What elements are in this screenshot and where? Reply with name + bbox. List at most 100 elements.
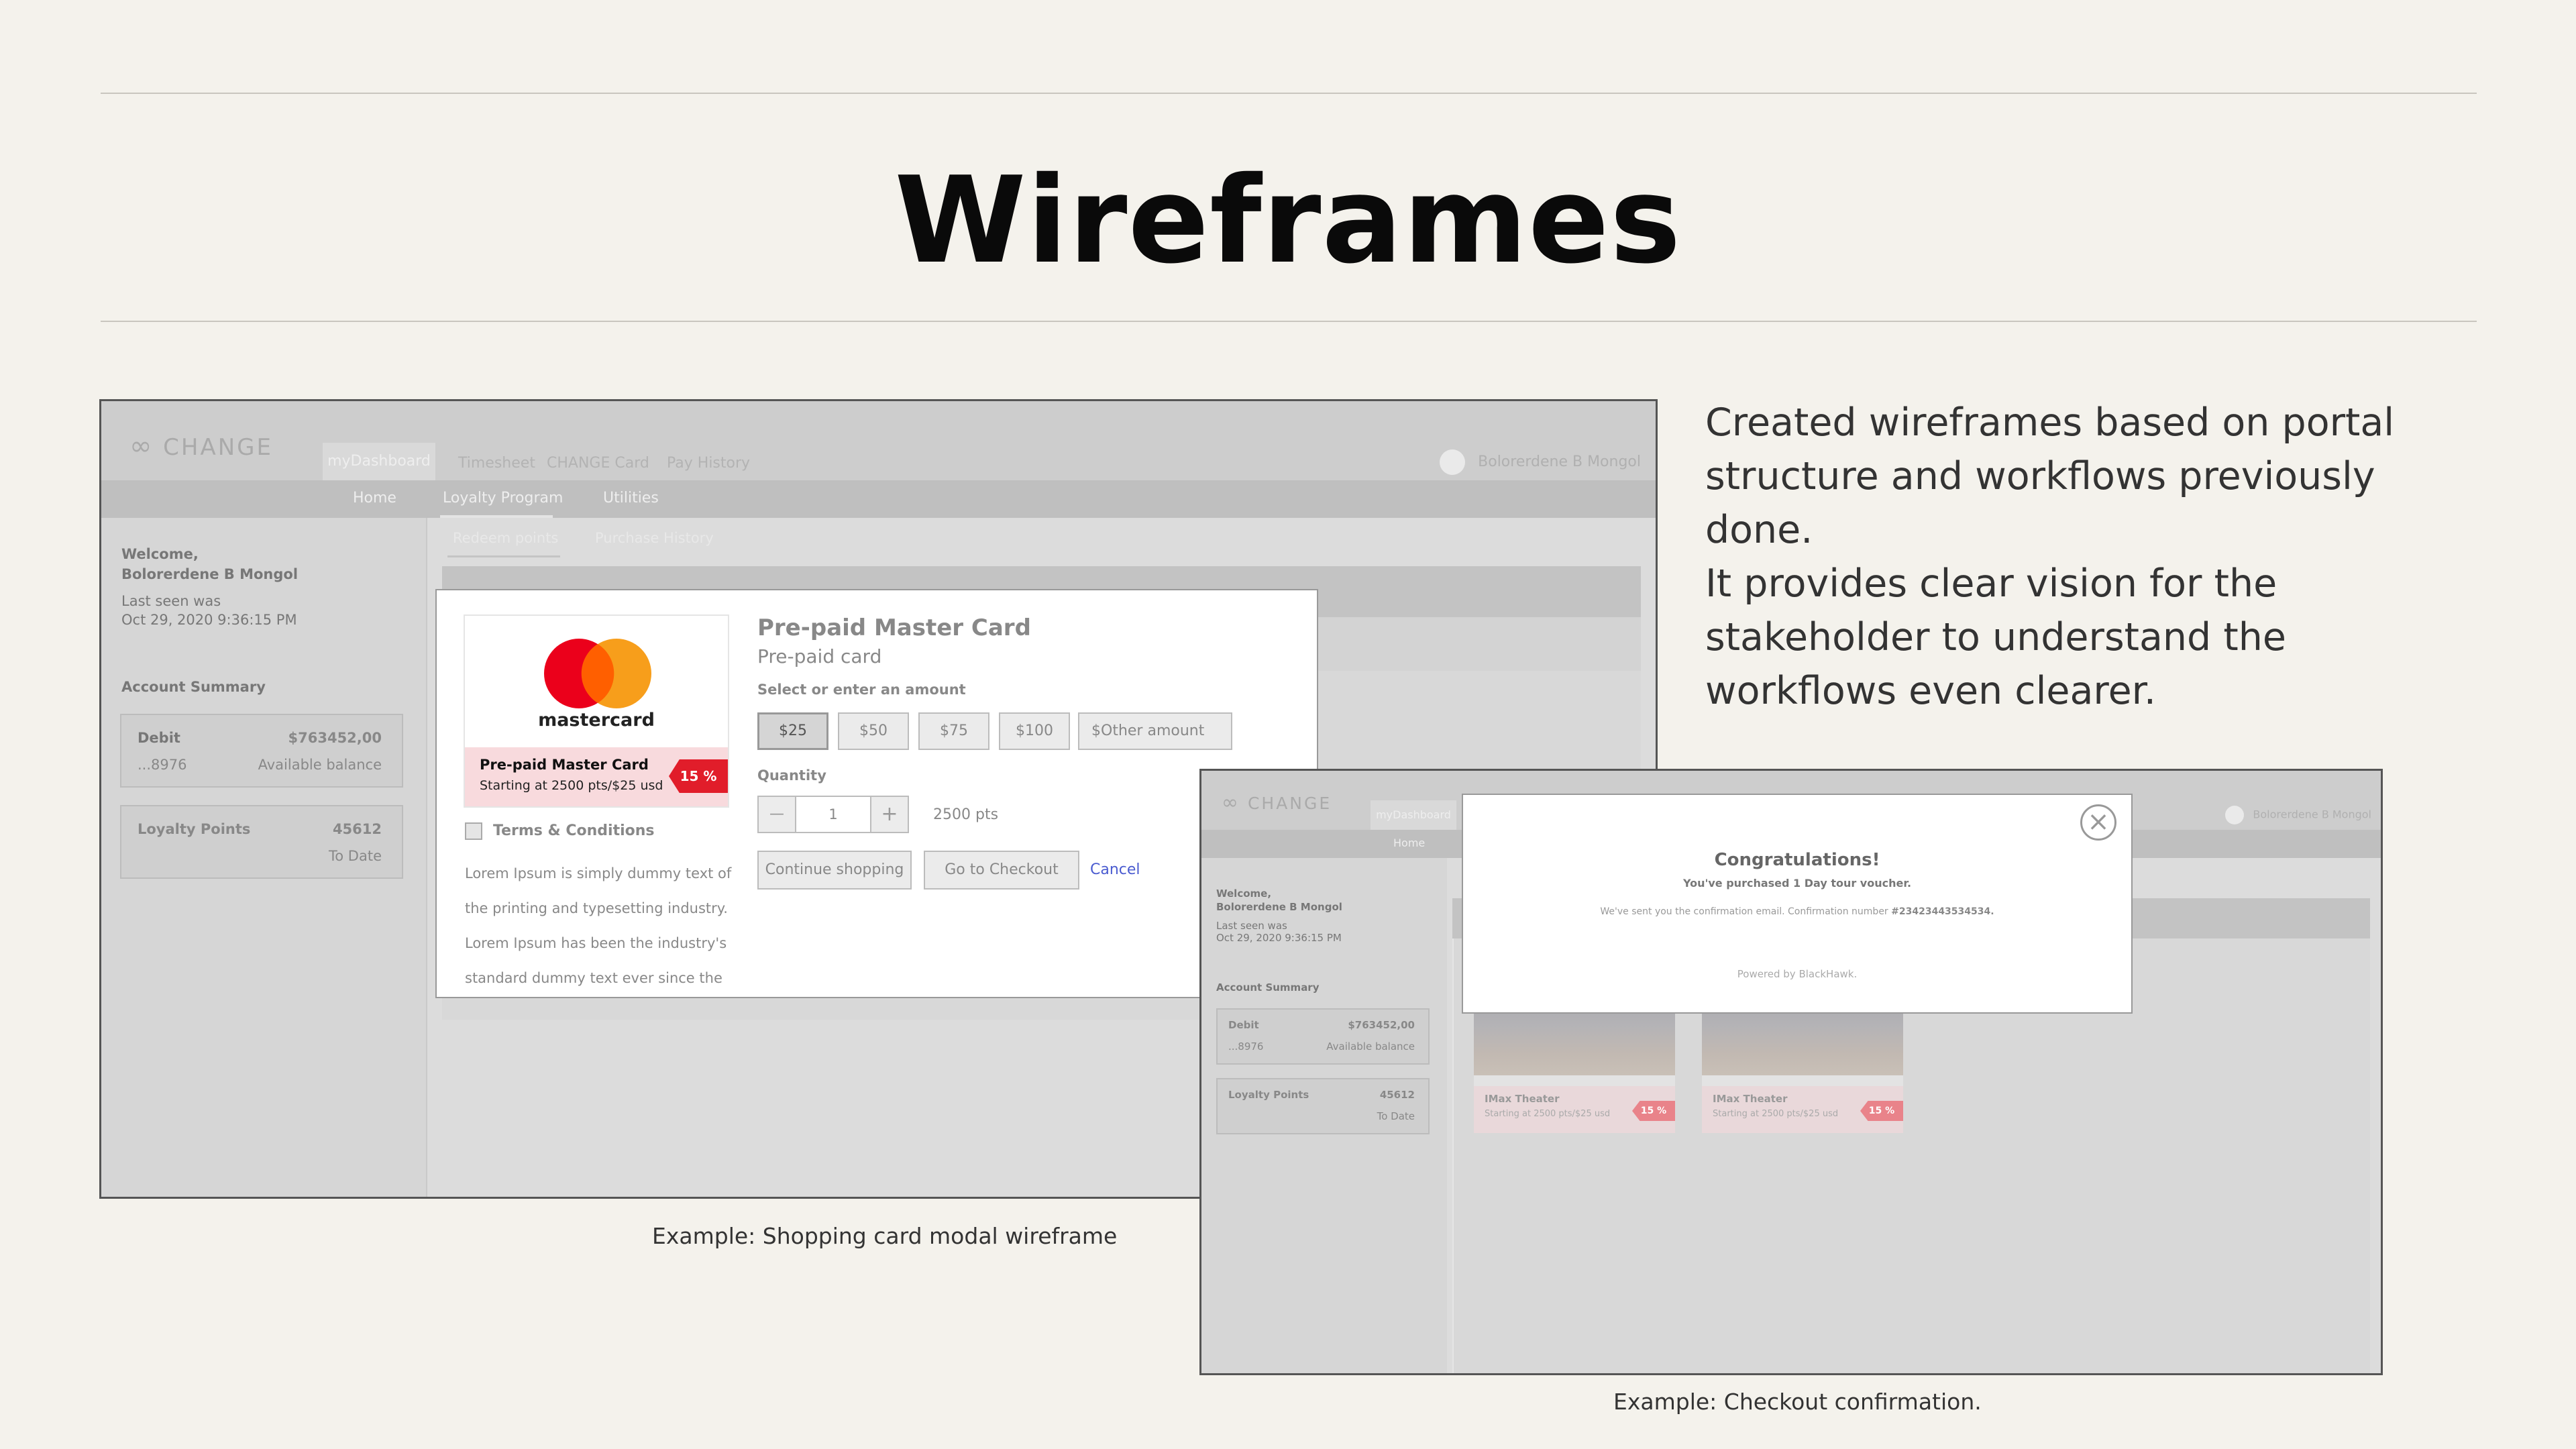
modal-heading: Pre-paid Master Card: [757, 614, 1031, 641]
confirmation-modal: × Congratulations! You've purchased 1 Da…: [1462, 794, 2133, 1014]
caption-checkout-confirmation: Example: Checkout confirmation.: [1613, 1389, 1982, 1415]
amount-label: Select or enter an amount: [757, 682, 966, 698]
debit-label: Debit: [138, 730, 180, 746]
quantity-value[interactable]: 1: [796, 797, 870, 832]
description-line-2: It provides clear vision for the stakeho…: [1705, 561, 2286, 713]
modal-subheading: Pre-paid card: [757, 645, 882, 667]
debit-value: $763452,00: [288, 730, 382, 746]
user-name: Bolorerdene B Mongol: [2253, 808, 2371, 821]
amount-75-button[interactable]: $75: [918, 712, 989, 750]
user-menu[interactable]: Bolorerdene B Mongol: [1440, 449, 1641, 475]
amount-25-button[interactable]: $25: [757, 712, 828, 750]
welcome-label: Welcome,: [1216, 888, 1272, 900]
sidebar: Welcome, Bolorerdene B Mongol Last seen …: [1201, 858, 1448, 1373]
powered-by: Powered by BlackHawk.: [1737, 968, 1858, 980]
subtab-active-indicator: [447, 555, 560, 557]
terms-text: Lorem Ipsum is simply dummy text of the …: [465, 856, 747, 996]
loyalty-label: Loyalty Points: [1228, 1089, 1309, 1101]
avatar: [2225, 806, 2245, 824]
product-tile-title: IMax Theater: [1713, 1093, 1788, 1105]
terms-line: the printing and typesetting industry.: [465, 900, 728, 916]
checkbox-icon[interactable]: [465, 822, 482, 840]
amount-50-button[interactable]: $50: [838, 712, 909, 750]
loyalty-points-summary[interactable]: Loyalty Points 45612 To Date: [120, 805, 403, 879]
debit-card-summary[interactable]: Debit $763452,00 ...8976 Available balan…: [120, 714, 403, 788]
subnav-loyalty-program[interactable]: Loyalty Program: [443, 490, 563, 506]
slide-description: Created wireframes based on portal struc…: [1705, 396, 2477, 718]
top-divider: [101, 93, 2477, 94]
product-tile-subtitle: Starting at 2500 pts/$25 usd: [1713, 1109, 1839, 1119]
logo-text: CHANGE: [1247, 794, 1332, 813]
product-card-subtitle: Starting at 2500 pts/$25 usd: [480, 778, 663, 793]
brand-wordmark: mastercard: [538, 710, 655, 731]
change-logo: ∞ CHANGE: [129, 431, 273, 462]
product-tile-footer: IMax Theater Starting at 2500 pts/$25 us…: [1702, 1086, 1903, 1133]
confirmation-title: Congratulations!: [1714, 850, 1880, 870]
tab-mydashboard[interactable]: myDashboard: [323, 443, 435, 480]
description-line-1: Created wireframes based on portal struc…: [1705, 400, 2395, 552]
account-summary-heading: Account Summary: [1216, 981, 1320, 994]
loyalty-value: 45612: [332, 821, 382, 837]
terms-line: standard dummy text ever since the: [465, 970, 722, 986]
last-seen-label: Last seen was: [121, 593, 221, 609]
logo-text: CHANGE: [163, 434, 273, 461]
mastercard-logo-icon: [544, 639, 651, 708]
debit-account-number: ...8976: [1228, 1040, 1264, 1053]
loyalty-label: Loyalty Points: [138, 821, 251, 837]
quantity-stepper[interactable]: — 1 +: [757, 796, 909, 833]
debit-card-summary[interactable]: Debit $763452,00 ...8976 Available balan…: [1216, 1008, 1430, 1065]
tab-change-card[interactable]: CHANGE Card: [547, 455, 649, 472]
tab-pay-history[interactable]: Pay History: [667, 455, 750, 472]
product-card-footer: Pre-paid Master Card Starting at 2500 pt…: [465, 747, 728, 806]
product-tile-title: IMax Theater: [1485, 1093, 1560, 1105]
user-fullname: Bolorerdene B Mongol: [1216, 901, 1342, 913]
checkout-confirmation-wireframe: ∞ CHANGE myDashboard Bolorerdene B Mongo…: [1199, 769, 2383, 1375]
confirmation-subtitle: You've purchased 1 Day tour voucher.: [1682, 877, 1912, 890]
welcome-label: Welcome,: [121, 546, 199, 562]
user-menu[interactable]: Bolorerdene B Mongol: [2225, 806, 2371, 824]
subtab-purchase-history[interactable]: Purchase History: [595, 530, 714, 546]
discount-badge: 15 %: [669, 759, 728, 793]
subnav-home[interactable]: Home: [353, 490, 396, 506]
terms-heading: Terms & Conditions: [493, 822, 655, 839]
debit-account-number: ...8976: [138, 757, 187, 773]
product-tile-subtitle: Starting at 2500 pts/$25 usd: [1485, 1109, 1611, 1119]
continue-shopping-button[interactable]: Continue shopping: [757, 851, 912, 890]
cancel-link[interactable]: Cancel: [1090, 861, 1140, 878]
plus-icon[interactable]: +: [870, 797, 908, 832]
loyalty-points-summary[interactable]: Loyalty Points 45612 To Date: [1216, 1078, 1430, 1134]
subnav-utilities[interactable]: Utilities: [603, 490, 659, 506]
product-tile-footer: IMax Theater Starting at 2500 pts/$25 us…: [1474, 1086, 1675, 1133]
amount-100-button[interactable]: $100: [999, 712, 1070, 750]
product-purchase-modal: mastercard Pre-paid Master Card Starting…: [435, 589, 1318, 998]
last-seen-date: Oct 29, 2020 9:36:15 PM: [121, 612, 297, 628]
last-seen-label: Last seen was: [1216, 920, 1287, 932]
tab-timesheet[interactable]: Timesheet: [458, 455, 535, 472]
subnav-home[interactable]: Home: [1393, 837, 1425, 849]
terms-line: Lorem Ipsum is simply dummy text of: [465, 865, 732, 881]
debit-value: $763452,00: [1348, 1019, 1415, 1031]
subtab-redeem-points[interactable]: Redeem points: [453, 530, 558, 546]
minus-icon[interactable]: —: [759, 797, 796, 832]
product-card-title: Pre-paid Master Card: [480, 757, 649, 773]
go-to-checkout-button[interactable]: Go to Checkout: [924, 851, 1079, 890]
infinity-icon: ∞: [129, 431, 154, 462]
debit-subtitle: Available balance: [258, 757, 382, 773]
discount-badge: 15 %: [1860, 1101, 1903, 1121]
product-card: mastercard Pre-paid Master Card Starting…: [464, 614, 729, 808]
other-amount-input[interactable]: $Other amount: [1078, 712, 1232, 750]
confirmation-message: We've sent you the confirmation email. C…: [1463, 906, 2131, 917]
tab-mydashboard[interactable]: myDashboard: [1371, 800, 1456, 830]
user-fullname: Bolorerdene B Mongol: [121, 566, 299, 582]
loyalty-subtitle: To Date: [329, 848, 382, 864]
debit-label: Debit: [1228, 1019, 1259, 1031]
top-navigation: ∞ CHANGE myDashboard Timesheet CHANGE Ca…: [101, 401, 1656, 480]
infinity-icon: ∞: [1222, 791, 1240, 814]
sub-navigation: Home Loyalty Program Utilities: [101, 480, 1656, 518]
close-icon[interactable]: ×: [2080, 804, 2116, 841]
debit-subtitle: Available balance: [1326, 1040, 1415, 1053]
avatar: [1440, 449, 1466, 475]
points-total: 2500 pts: [933, 806, 999, 823]
change-logo: ∞ CHANGE: [1222, 791, 1332, 814]
sidebar: Welcome, Bolorerdene B Mongol Last seen …: [101, 518, 427, 1197]
